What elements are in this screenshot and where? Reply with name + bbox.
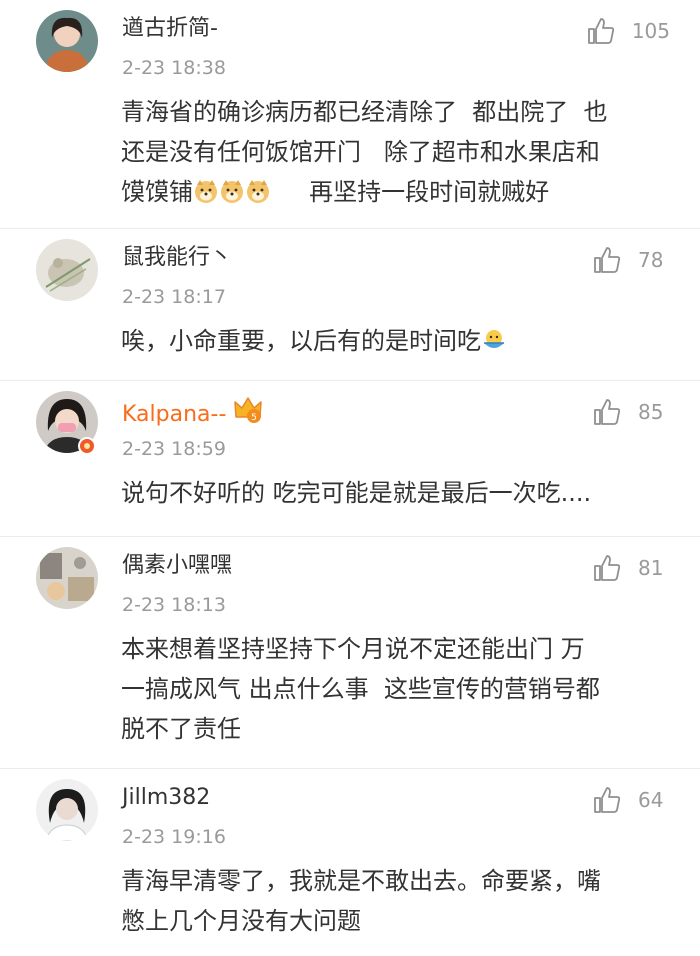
like-button[interactable]: 105 bbox=[586, 16, 670, 46]
username[interactable]: Jillm382 bbox=[122, 783, 210, 813]
eating-emoji bbox=[481, 327, 507, 353]
comment-line: 青海早清零了，我就是不敢出去。命要紧，嘴 bbox=[121, 867, 601, 895]
like-button[interactable]: 64 bbox=[592, 785, 670, 815]
avatar[interactable] bbox=[36, 779, 98, 841]
comment-line: 本来想着坚持坚持下个月说不定还能出门 万 bbox=[121, 635, 585, 663]
comment-text: 青海早清零了，我就是不敢出去。命要紧，嘴 憋上几个月没有大问题 bbox=[121, 861, 681, 941]
like-count: 105 bbox=[631, 19, 670, 43]
comment-item: 鼠我能行丶 2-23 18:17 78 唉，小命重要，以后有的是时间吃 bbox=[0, 229, 700, 381]
comment-item: 遒古折简- 2-23 18:38 105 青海省的确诊病历都已经清除了 都出院了… bbox=[0, 0, 700, 229]
username[interactable]: 鼠我能行丶 bbox=[122, 243, 232, 273]
comment-line: 说句不好听的 吃完可能是就是最后一次吃.... bbox=[121, 479, 592, 507]
like-count: 85 bbox=[638, 400, 664, 424]
comment-line: 再坚持一段时间就贼好 bbox=[271, 178, 550, 206]
comment-text: 青海省的确诊病历都已经清除了 都出院了 也 还是没有任何饭馆开门 除了超市和水果… bbox=[121, 92, 681, 212]
comment-line: 青海省的确诊病历都已经清除了 都出院了 也 bbox=[121, 98, 608, 126]
timestamp: 2-23 18:17 bbox=[122, 286, 226, 308]
username[interactable]: 偶素小嘿嘿 bbox=[122, 551, 232, 581]
avatar[interactable] bbox=[36, 547, 98, 609]
comment-item: Kalpana-- 5 2-23 18:59 85 说句不好听的 吃完可能是就是最… bbox=[0, 381, 700, 537]
doge-emoji bbox=[193, 178, 219, 204]
doge-emoji bbox=[219, 178, 245, 204]
thumbs-up-icon bbox=[594, 787, 621, 813]
comment-text: 本来想着坚持坚持下个月说不定还能出门 万 一搞成风气 出点什么事 这些宣传的营销… bbox=[121, 629, 681, 749]
comment-line: 馍馍铺 bbox=[121, 178, 193, 206]
vip-crown-icon: 5 bbox=[232, 395, 264, 425]
like-button[interactable]: 78 bbox=[592, 245, 670, 275]
svg-text:5: 5 bbox=[252, 413, 258, 423]
avatar[interactable] bbox=[36, 10, 98, 72]
thumbs-up-icon bbox=[594, 555, 621, 581]
verified-badge-icon bbox=[78, 437, 96, 455]
comment-text: 唉，小命重要，以后有的是时间吃 bbox=[121, 321, 681, 361]
timestamp: 2-23 18:59 bbox=[122, 438, 226, 460]
like-count: 78 bbox=[638, 248, 664, 272]
comment-line: 还是没有任何饭馆开门 除了超市和水果店和 bbox=[121, 138, 600, 166]
username[interactable]: Kalpana-- 5 bbox=[122, 395, 264, 430]
like-button[interactable]: 81 bbox=[592, 553, 670, 583]
timestamp: 2-23 18:13 bbox=[122, 594, 226, 616]
thumbs-up-icon bbox=[594, 399, 621, 425]
comment-item: 偶素小嘿嘿 2-23 18:13 81 本来想着坚持坚持下个月说不定还能出门 万… bbox=[0, 537, 700, 769]
comment-text: 说句不好听的 吃完可能是就是最后一次吃.... bbox=[121, 473, 681, 513]
like-count: 81 bbox=[638, 556, 664, 580]
comment-line: 脱不了责任 bbox=[121, 715, 241, 743]
username[interactable]: 遒古折简- bbox=[122, 14, 218, 44]
comment-item: Jillm382 2-23 19:16 64 青海早清零了，我就是不敢出去。命要… bbox=[0, 769, 700, 956]
thumbs-up-icon bbox=[587, 18, 614, 44]
doge-emoji bbox=[245, 178, 271, 204]
username-text: Kalpana-- bbox=[122, 402, 227, 427]
timestamp: 2-23 19:16 bbox=[122, 826, 226, 848]
comment-line: 唉，小命重要，以后有的是时间吃 bbox=[121, 327, 481, 355]
avatar[interactable] bbox=[36, 239, 98, 301]
like-button[interactable]: 85 bbox=[592, 397, 670, 427]
timestamp: 2-23 18:38 bbox=[122, 57, 226, 79]
comment-line: 憋上几个月没有大问题 bbox=[121, 907, 361, 935]
thumbs-up-icon bbox=[594, 247, 621, 273]
comment-line: 一搞成风气 出点什么事 这些宣传的营销号都 bbox=[121, 675, 600, 703]
like-count: 64 bbox=[638, 788, 664, 812]
